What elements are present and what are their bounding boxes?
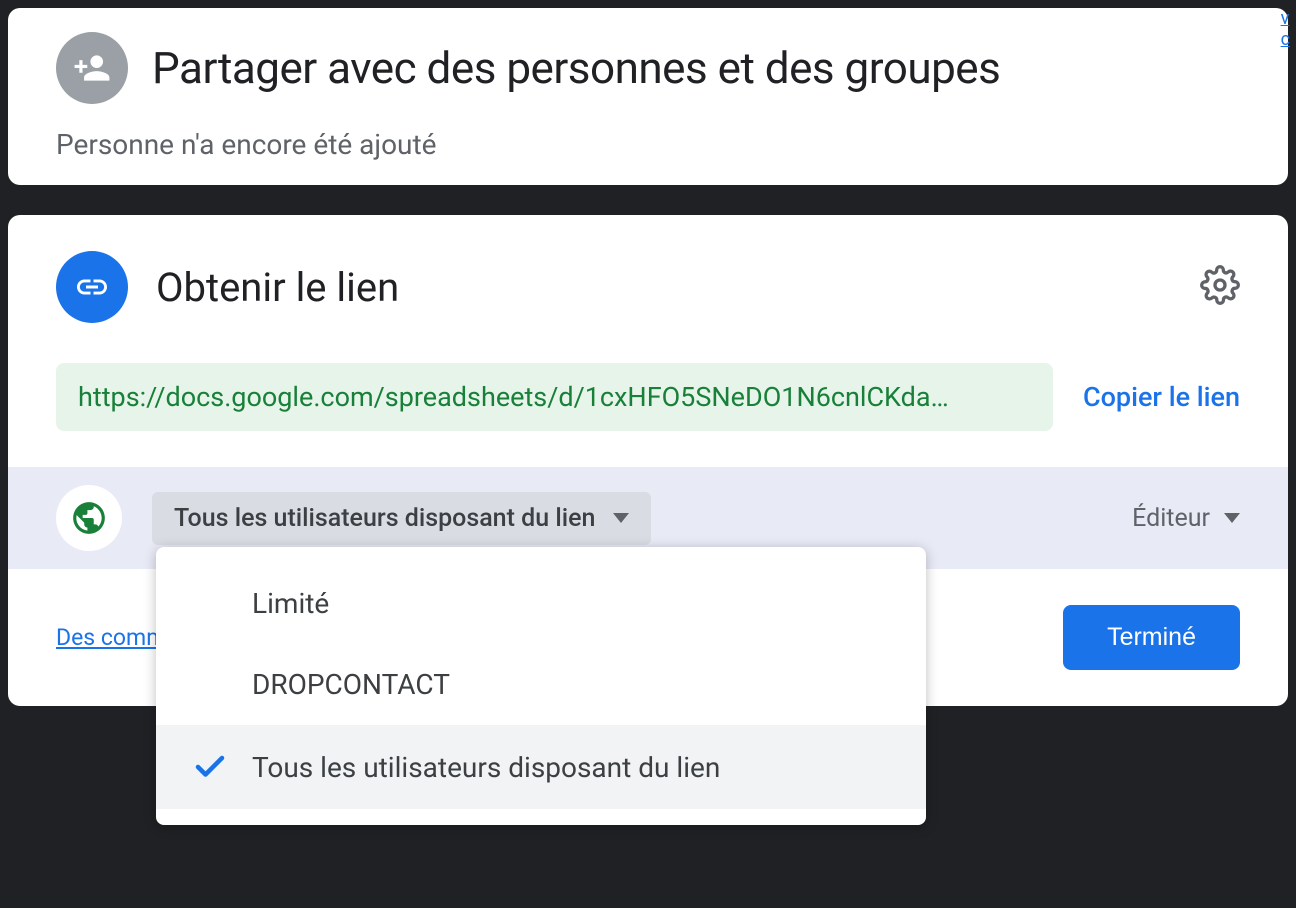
link-icon (56, 251, 128, 323)
link-title: Obtenir le lien (156, 264, 399, 311)
url-row: https://docs.google.com/spreadsheets/d/1… (56, 363, 1240, 431)
check-icon (186, 749, 234, 785)
dropdown-option-all-with-link[interactable]: Tous les utilisateurs disposant du lien (156, 725, 926, 809)
url-display[interactable]: https://docs.google.com/spreadsheets/d/1… (56, 363, 1053, 431)
gear-icon[interactable] (1200, 265, 1240, 309)
dropdown-option-dropcontact[interactable]: DROPCONTACT (156, 644, 926, 725)
chevron-down-icon (613, 513, 629, 523)
role-dropdown[interactable]: Éditeur (1132, 504, 1240, 533)
share-subtitle: Personne n'a encore été ajouté (56, 128, 1240, 161)
dropdown-option-label: DROPCONTACT (252, 668, 896, 701)
dropdown-option-label: Tous les utilisateurs disposant du lien (252, 751, 896, 784)
share-title: Partager avec des personnes et des group… (152, 42, 1000, 94)
sidebar-truncated-links: v c (1281, 8, 1290, 50)
dropdown-option-label: Limité (252, 587, 896, 620)
share-people-card: Partager avec des personnes et des group… (8, 8, 1288, 185)
access-scope-menu: Limité DROPCONTACT Tous les utilisateurs… (156, 547, 926, 825)
access-scope-label: Tous les utilisateurs disposant du lien (174, 504, 595, 533)
link-header: Obtenir le lien (56, 251, 1240, 323)
person-add-icon (56, 32, 128, 104)
access-row: Tous les utilisateurs disposant du lien … (8, 467, 1288, 569)
chevron-down-icon (1224, 513, 1240, 523)
role-label: Éditeur (1132, 504, 1210, 533)
access-scope-dropdown[interactable]: Tous les utilisateurs disposant du lien (152, 492, 651, 545)
feedback-link[interactable]: Des comm (56, 624, 166, 651)
get-link-card: Obtenir le lien https://docs.google.com/… (8, 215, 1288, 706)
copy-link-button[interactable]: Copier le lien (1083, 381, 1240, 413)
dropdown-option-limited[interactable]: Limité (156, 563, 926, 644)
globe-icon (56, 485, 122, 551)
done-button[interactable]: Terminé (1063, 605, 1240, 670)
share-header: Partager avec des personnes et des group… (56, 32, 1240, 104)
